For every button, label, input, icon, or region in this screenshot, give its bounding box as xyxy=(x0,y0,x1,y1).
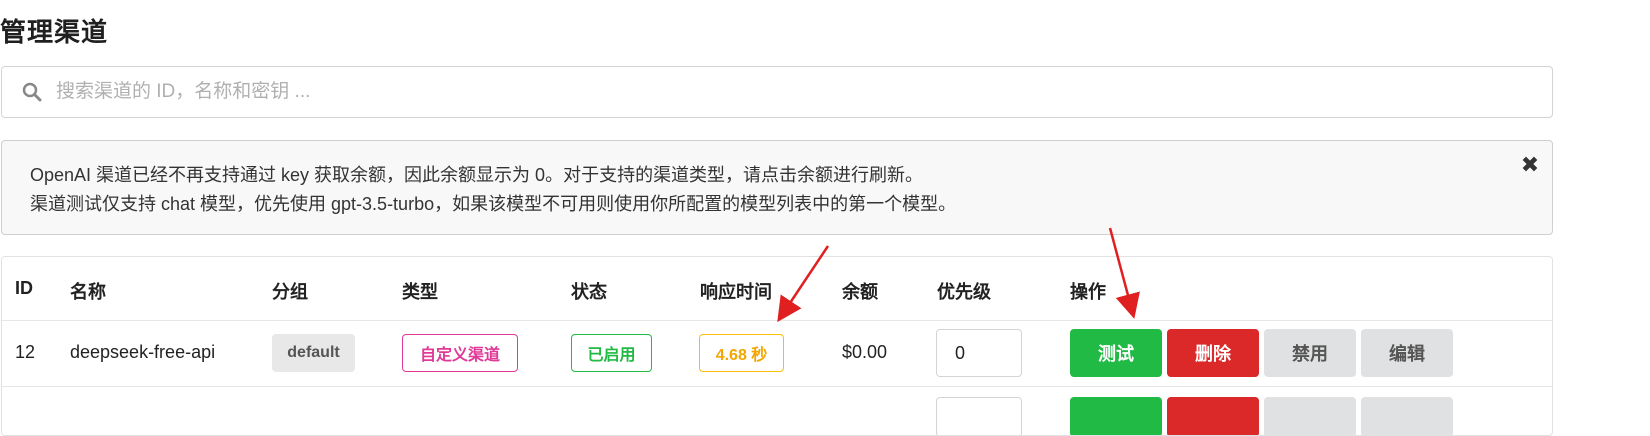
priority-input-partial[interactable] xyxy=(936,397,1022,435)
notice-line-1: OpenAI 渠道已经不再支持通过 key 获取余额，因此余额显示为 0。对于支… xyxy=(30,165,924,185)
search-icon xyxy=(22,82,42,102)
header-group[interactable]: 分组 xyxy=(272,278,308,304)
header-priority[interactable]: 优先级 xyxy=(937,278,991,304)
notice-line-2: 渠道测试仅支持 chat 模型，优先使用 gpt-3.5-turbo，如果该模型… xyxy=(30,194,957,214)
cell-name: deepseek-free-api xyxy=(70,342,216,362)
header-status[interactable]: 状态 xyxy=(571,278,607,304)
header-response-time[interactable]: 响应时间 xyxy=(700,278,772,304)
delete-button-partial[interactable] xyxy=(1167,397,1259,435)
cell-id: 12 xyxy=(15,342,36,362)
status-badge: 已启用 xyxy=(571,334,652,372)
header-id[interactable]: ID xyxy=(15,278,33,299)
table-row-partial xyxy=(2,387,1552,435)
test-button[interactable]: 测试 xyxy=(1070,329,1162,377)
channels-table: ID 名称 分组 类型 状态 响应时间 余额 优先级 操作 12 deepsee… xyxy=(1,256,1553,436)
header-type[interactable]: 类型 xyxy=(402,278,438,304)
header-name[interactable]: 名称 xyxy=(70,278,106,304)
disable-button[interactable]: 禁用 xyxy=(1264,329,1356,377)
response-time-badge[interactable]: 4.68 秒 xyxy=(699,334,784,372)
type-badge: 自定义渠道 xyxy=(402,334,518,372)
group-badge: default xyxy=(272,334,355,372)
search-input[interactable] xyxy=(54,67,1538,117)
balance-value[interactable]: $0.00 xyxy=(842,342,887,363)
edit-button[interactable]: 编辑 xyxy=(1361,329,1453,377)
test-button-partial[interactable] xyxy=(1070,397,1162,435)
priority-input[interactable] xyxy=(936,329,1022,377)
page-title: 管理渠道 xyxy=(0,17,109,47)
disable-button-partial[interactable] xyxy=(1264,397,1356,435)
header-actions: 操作 xyxy=(1070,282,1106,302)
notice-message: OpenAI 渠道已经不再支持通过 key 获取余额，因此余额显示为 0。对于支… xyxy=(1,140,1553,235)
close-icon[interactable]: ✖ xyxy=(1520,154,1540,176)
header-balance[interactable]: 余额 xyxy=(842,278,878,304)
table-row: 12 deepseek-free-api default 自定义渠道 已启用 4… xyxy=(2,320,1552,387)
search-box[interactable] xyxy=(1,66,1553,118)
delete-button[interactable]: 删除 xyxy=(1167,329,1259,377)
table-header: ID 名称 分组 类型 状态 响应时间 余额 优先级 操作 xyxy=(2,257,1552,321)
edit-button-partial[interactable] xyxy=(1361,397,1453,435)
